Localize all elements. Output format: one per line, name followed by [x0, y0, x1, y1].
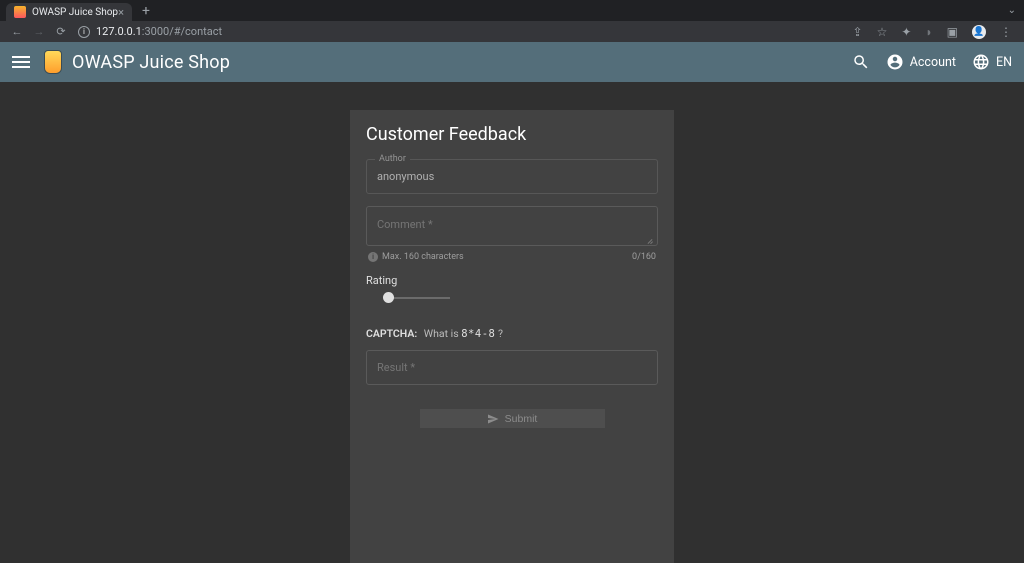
tab-favicon [14, 6, 26, 18]
account-icon [886, 53, 904, 71]
resize-grip-icon[interactable] [645, 234, 653, 242]
comment-hint-row: i Max. 160 characters 0/160 [366, 252, 658, 262]
tab-close-icon[interactable]: × [118, 6, 124, 19]
menu-button[interactable] [12, 56, 30, 68]
share-icon[interactable]: ⇪ [853, 25, 863, 39]
url-host: 127.0.0.1 [96, 25, 142, 38]
browser-toolbar: ← → ⟳ i 127.0.0.1 :3000/#/contact ⇪ ☆ ✦ … [0, 21, 1024, 42]
comment-field[interactable] [366, 206, 658, 246]
language-button[interactable]: EN [972, 53, 1012, 71]
profile-grey-icon[interactable]: ◗ [925, 25, 932, 39]
nav-reload-icon[interactable]: ⟳ [54, 25, 68, 38]
account-button[interactable]: Account [886, 53, 956, 71]
search-icon [852, 53, 870, 71]
comment-textarea[interactable] [367, 207, 657, 241]
new-tab-button[interactable]: + [132, 3, 160, 19]
captcha-suffix: ? [498, 327, 503, 340]
account-label: Account [910, 55, 956, 70]
char-counter: 0/160 [632, 252, 656, 262]
panel-icon[interactable]: ▣ [947, 25, 958, 39]
browser-tab-strip: OWASP Juice Shop × + ⌄ [0, 0, 1024, 21]
profile-avatar-icon[interactable]: 👤 [972, 25, 986, 39]
feedback-card: Customer Feedback Author i Max. 160 char… [350, 110, 674, 563]
submit-label: Submit [505, 413, 538, 425]
info-icon: i [368, 252, 378, 262]
tab-title: OWASP Juice Shop [32, 7, 118, 18]
language-label: EN [996, 55, 1012, 70]
bookmark-icon[interactable]: ☆ [877, 25, 888, 39]
extensions-icon[interactable]: ✦ [901, 25, 911, 39]
app-toolbar: OWASP Juice Shop Account EN [0, 42, 1024, 82]
result-input[interactable] [367, 351, 657, 384]
captcha-expression: 8*4-8 [461, 328, 495, 340]
send-icon [487, 413, 499, 425]
app-logo [42, 48, 64, 76]
captcha-label: CAPTCHA: [366, 327, 417, 340]
result-field[interactable] [366, 350, 658, 385]
page-body: Customer Feedback Author i Max. 160 char… [0, 82, 1024, 563]
kebab-menu-icon[interactable]: ⋮ [1000, 25, 1012, 39]
site-info-icon[interactable]: i [78, 26, 90, 38]
rating-slider[interactable] [388, 289, 478, 307]
globe-icon [972, 53, 990, 71]
app-title: OWASP Juice Shop [72, 52, 230, 73]
nav-forward-icon[interactable]: → [32, 25, 46, 38]
card-title: Customer Feedback [366, 124, 658, 145]
address-bar[interactable]: i 127.0.0.1 :3000/#/contact [78, 25, 222, 38]
captcha-prompt: What is [424, 327, 459, 340]
nav-back-icon[interactable]: ← [10, 25, 24, 38]
slider-thumb[interactable] [383, 292, 394, 303]
hint-text: Max. 160 characters [382, 252, 464, 262]
search-button[interactable] [852, 53, 870, 71]
author-label: Author [375, 154, 410, 164]
slider-track [388, 297, 450, 299]
browser-tab[interactable]: OWASP Juice Shop × [6, 3, 132, 21]
submit-button[interactable]: Submit [420, 409, 605, 428]
url-path: :3000/#/contact [142, 25, 222, 38]
author-field: Author [366, 159, 658, 194]
tabstrip-chevron-icon[interactable]: ⌄ [1008, 5, 1024, 16]
captcha-row: CAPTCHA: What is 8*4-8 ? [366, 327, 658, 340]
author-input [367, 160, 657, 193]
rating-label: Rating [366, 274, 658, 287]
